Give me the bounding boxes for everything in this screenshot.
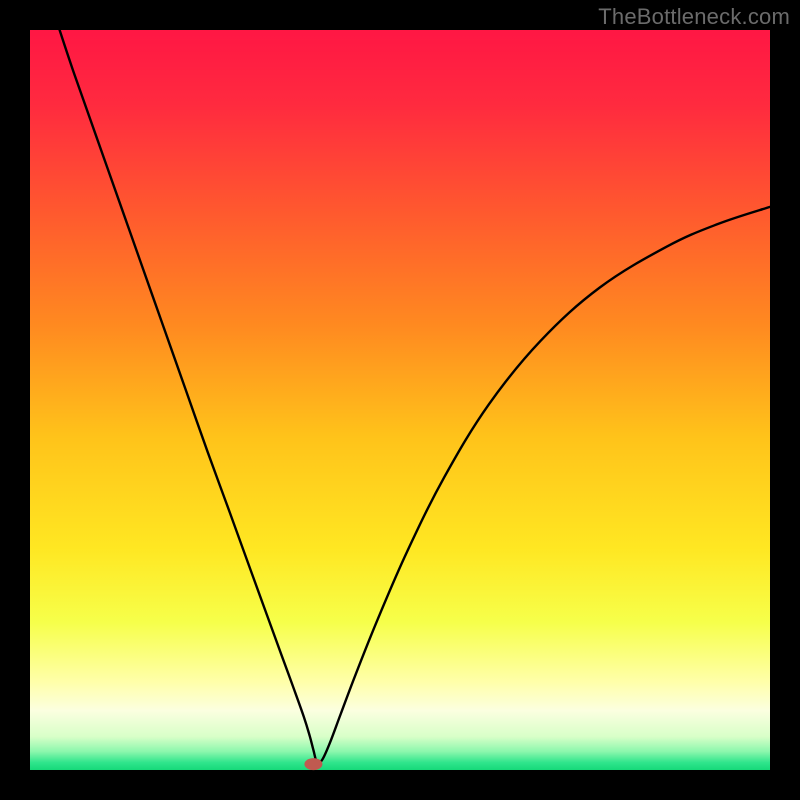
plot-background	[30, 30, 770, 770]
optimal-marker	[304, 758, 322, 770]
chart-frame: TheBottleneck.com	[0, 0, 800, 800]
watermark-text: TheBottleneck.com	[598, 4, 790, 30]
bottleneck-chart	[0, 0, 800, 800]
